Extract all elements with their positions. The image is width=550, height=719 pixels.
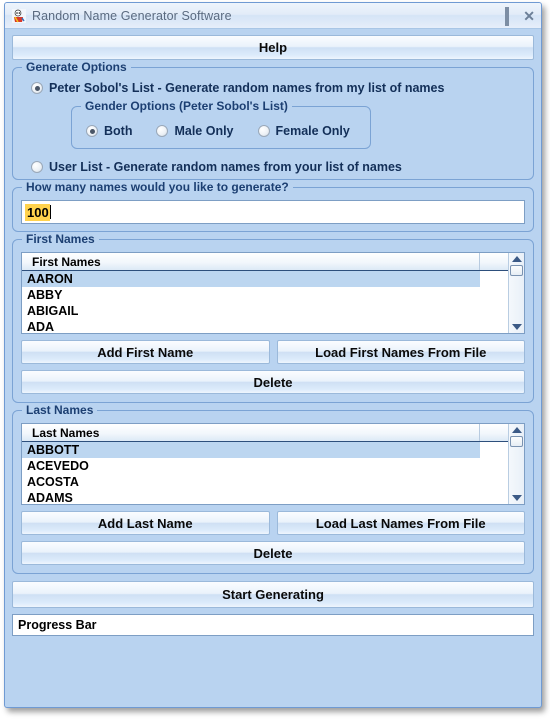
first-names-list-header: First Names xyxy=(22,253,508,272)
last-names-legend: Last Names xyxy=(22,403,98,417)
header-separator xyxy=(479,253,480,271)
radio-icon-selected[interactable] xyxy=(31,82,43,94)
gender-options-legend: Gender Options (Peter Sobol's List) xyxy=(81,99,292,113)
gender-options-group: Gender Options (Peter Sobol's List) Both… xyxy=(71,99,371,149)
first-names-list-main: First Names AARON ABBY ABIGAIL ADA xyxy=(22,253,508,333)
list-item[interactable]: ACEVEDO xyxy=(22,458,508,474)
radio-user-list[interactable]: User List - Generate random names from y… xyxy=(31,160,533,174)
list-item[interactable]: ADAMS xyxy=(22,490,508,504)
scroll-up-icon[interactable] xyxy=(511,256,522,262)
delete-last-name-button[interactable]: Delete xyxy=(21,541,525,565)
radio-label-male-only: Male Only xyxy=(174,124,234,138)
radio-icon-unselected[interactable] xyxy=(257,125,270,137)
load-last-names-button[interactable]: Load Last Names From File xyxy=(276,511,525,535)
app-icon xyxy=(11,8,27,24)
first-names-button-row: Add First Name Load First Names From Fil… xyxy=(21,340,525,364)
window-title: Random Name Generator Software xyxy=(32,8,232,23)
first-names-scrollbar[interactable] xyxy=(508,253,524,333)
maximize-icon[interactable] xyxy=(505,6,510,26)
list-item[interactable]: ADA xyxy=(22,319,508,333)
scrollbar-thumb[interactable] xyxy=(510,436,523,447)
first-names-legend: First Names xyxy=(22,232,99,246)
scroll-up-icon[interactable] xyxy=(511,427,522,433)
list-item[interactable]: ABBY xyxy=(22,287,508,303)
scrollbar-track[interactable] xyxy=(509,265,524,321)
radio-label-peter-sobol: Peter Sobol's List - Generate random nam… xyxy=(49,81,445,95)
radio-label-female-only: Female Only xyxy=(275,124,350,138)
window-controls: ✕ xyxy=(491,3,535,29)
progress-bar: Progress Bar xyxy=(12,614,534,636)
list-item[interactable]: AARON xyxy=(22,271,480,288)
name-count-input[interactable]: 100 xyxy=(21,200,525,224)
first-names-group: First Names First Names AARON ABBY ABIGA… xyxy=(12,232,534,403)
scrollbar-thumb[interactable] xyxy=(510,265,523,276)
radio-male-only[interactable]: Male Only xyxy=(156,124,234,138)
last-names-list-header: Last Names xyxy=(22,424,508,443)
list-item[interactable]: ABBOTT xyxy=(22,442,480,459)
first-names-rows: AARON ABBY ABIGAIL ADA xyxy=(22,271,508,333)
load-first-names-button[interactable]: Load First Names From File xyxy=(276,340,525,364)
last-names-list[interactable]: Last Names ABBOTT ACEVEDO ACOSTA ADAMS xyxy=(21,423,525,505)
header-separator xyxy=(479,424,480,442)
add-first-name-button[interactable]: Add First Name xyxy=(21,340,270,364)
radio-both[interactable]: Both xyxy=(86,124,132,138)
radio-female-only[interactable]: Female Only xyxy=(257,124,350,138)
last-names-list-main: Last Names ABBOTT ACEVEDO ACOSTA ADAMS xyxy=(22,424,508,504)
radio-icon-unselected[interactable] xyxy=(156,125,169,137)
generate-options-group: Generate Options Peter Sobol's List - Ge… xyxy=(12,60,534,180)
last-names-group: Last Names Last Names ABBOTT ACEVEDO ACO… xyxy=(12,403,534,574)
radio-label-user-list: User List - Generate random names from y… xyxy=(49,160,402,174)
radio-icon-unselected[interactable] xyxy=(31,161,43,173)
first-names-list[interactable]: First Names AARON ABBY ABIGAIL ADA xyxy=(21,252,525,334)
delete-first-name-button[interactable]: Delete xyxy=(21,370,525,394)
count-legend: How many names would you like to generat… xyxy=(22,180,293,194)
add-last-name-button[interactable]: Add Last Name xyxy=(21,511,270,535)
help-button[interactable]: Help xyxy=(12,35,534,60)
text-caret xyxy=(49,205,51,219)
last-names-button-row: Add Last Name Load Last Names From File xyxy=(21,511,525,535)
radio-peter-sobol-list[interactable]: Peter Sobol's List - Generate random nam… xyxy=(31,81,533,95)
radio-label-both: Both xyxy=(104,124,133,138)
start-generating-button[interactable]: Start Generating xyxy=(12,581,534,608)
client-area: Help Generate Options Peter Sobol's List… xyxy=(5,29,541,709)
scrollbar-track[interactable] xyxy=(509,436,524,492)
count-group: How many names would you like to generat… xyxy=(12,180,534,232)
list-item[interactable]: ABIGAIL xyxy=(22,303,508,319)
column-header-first-names[interactable]: First Names xyxy=(22,255,479,269)
generate-options-legend: Generate Options xyxy=(22,60,131,74)
scroll-down-icon[interactable] xyxy=(511,324,522,330)
close-icon[interactable]: ✕ xyxy=(523,9,535,23)
scroll-down-icon[interactable] xyxy=(511,495,522,501)
last-names-rows: ABBOTT ACEVEDO ACOSTA ADAMS xyxy=(22,442,508,504)
last-names-scrollbar[interactable] xyxy=(508,424,524,504)
column-header-last-names[interactable]: Last Names xyxy=(22,426,479,440)
title-bar: Random Name Generator Software ✕ xyxy=(5,3,541,29)
app-window: Random Name Generator Software ✕ Help Ge… xyxy=(4,2,542,708)
radio-icon-selected[interactable] xyxy=(86,125,98,137)
list-item[interactable]: ACOSTA xyxy=(22,474,508,490)
name-count-value: 100 xyxy=(25,203,50,221)
